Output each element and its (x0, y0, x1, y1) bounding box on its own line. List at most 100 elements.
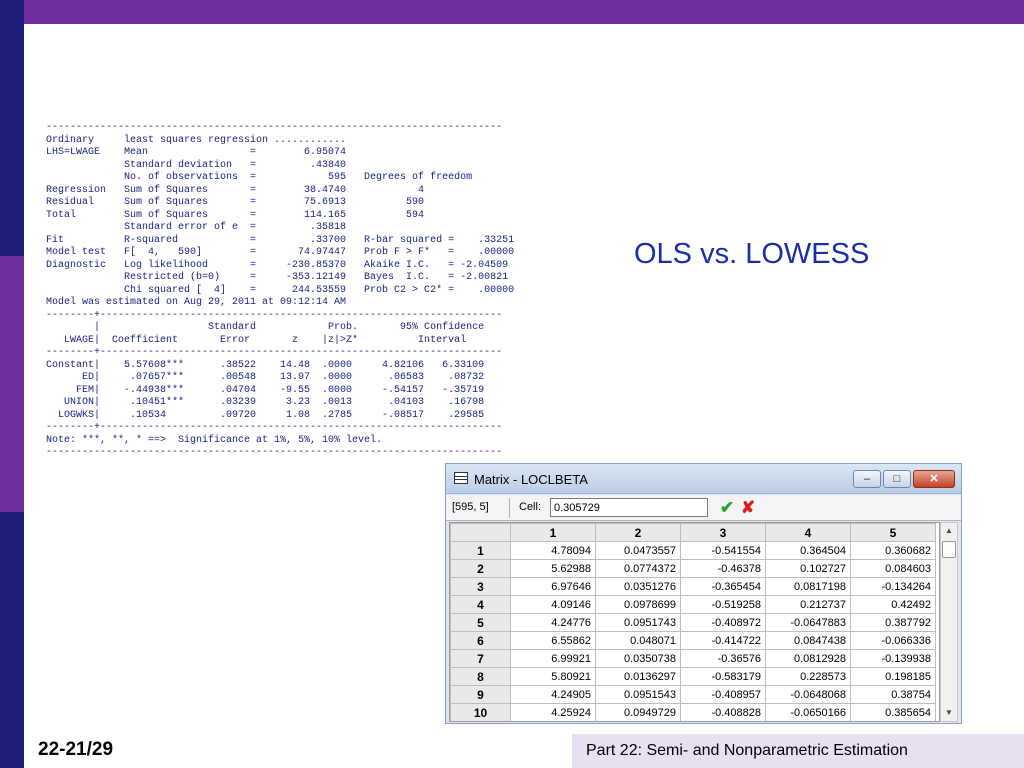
table-cell[interactable]: 4.25924 (510, 703, 596, 721)
table-cell[interactable]: 0.0978699 (595, 595, 681, 614)
left-accent-strip (0, 0, 24, 768)
window-title: Matrix - LOCLBETA (474, 472, 588, 487)
row-header[interactable]: 8 (450, 667, 511, 686)
table-cell[interactable]: 0.0951543 (595, 685, 681, 704)
row-header[interactable]: 1 (450, 541, 511, 560)
table-cell[interactable]: 0.084603 (850, 559, 936, 578)
table-cell[interactable]: 5.62988 (510, 559, 596, 578)
left-strip-segment (0, 0, 24, 256)
table-cell[interactable]: 0.0136297 (595, 667, 681, 686)
column-header[interactable]: 5 (850, 523, 936, 542)
table-cell[interactable]: -0.583179 (680, 667, 766, 686)
scroll-up-icon[interactable]: ▲ (941, 523, 957, 539)
table-cell[interactable]: -0.066336 (850, 631, 936, 650)
table-cell[interactable]: 4.78094 (510, 541, 596, 560)
divider (509, 498, 510, 518)
matrix-window: Matrix - LOCLBETA – □ ✕ [595, 5] Cell: ✔… (445, 463, 962, 724)
table-cell[interactable]: 0.42492 (850, 595, 936, 614)
column-header[interactable]: 4 (765, 523, 851, 542)
minimize-icon: – (863, 473, 871, 485)
table-cell[interactable]: -0.0648068 (765, 685, 851, 704)
close-button[interactable]: ✕ (913, 470, 955, 488)
table-cell[interactable]: 6.55862 (510, 631, 596, 650)
row-header[interactable]: 5 (450, 613, 511, 632)
top-accent-bar (0, 0, 1024, 24)
maximize-button[interactable]: □ (883, 470, 911, 488)
cancel-x-icon[interactable]: ✘ (738, 498, 758, 518)
vertical-scrollbar[interactable]: ▲ ▼ (940, 522, 958, 722)
table-cell[interactable]: -0.365454 (680, 577, 766, 596)
table-cell[interactable]: 0.048071 (595, 631, 681, 650)
close-icon: ✕ (929, 473, 939, 485)
table-cell[interactable]: 0.0351276 (595, 577, 681, 596)
scroll-thumb[interactable] (942, 541, 956, 558)
table-row: 4 4.09146 0.0978699 -0.519258 0.212737 0.4249… (450, 595, 936, 614)
row-header[interactable]: 7 (450, 649, 511, 668)
table-cell[interactable]: 0.102727 (765, 559, 851, 578)
table-cell[interactable]: 0.364504 (765, 541, 851, 560)
table-cell[interactable]: 0.0847438 (765, 631, 851, 650)
table-cell[interactable]: 0.0949729 (595, 703, 681, 721)
minimize-button[interactable]: – (853, 470, 881, 488)
table-cell[interactable]: 0.0350738 (595, 649, 681, 668)
scroll-down-icon[interactable]: ▼ (941, 705, 957, 721)
row-header[interactable]: 3 (450, 577, 511, 596)
footer-bar: Part 22: Semi- and Nonparametric Estimat… (572, 734, 1024, 768)
matrix-grid: 1 2 3 4 5 1 4.78094 0.0473557 -0.541554 0.36… (449, 522, 940, 722)
cell-edit-bar: [595, 5] Cell: ✔ ✘ (446, 495, 961, 521)
table-cell[interactable]: 0.387792 (850, 613, 936, 632)
table-cell[interactable]: 0.0951743 (595, 613, 681, 632)
row-header[interactable]: 9 (450, 685, 511, 704)
table-cell[interactable]: 0.198185 (850, 667, 936, 686)
confirm-checkmark-icon[interactable]: ✔ (717, 498, 737, 518)
table-cell[interactable]: -0.519258 (680, 595, 766, 614)
cell-value-input[interactable] (550, 498, 708, 517)
table-row: 2 5.62988 0.0774372 -0.46378 0.102727 0.08460… (450, 559, 936, 578)
table-cell[interactable]: 4.24776 (510, 613, 596, 632)
table-cell[interactable]: -0.134264 (850, 577, 936, 596)
table-cell[interactable]: 0.360682 (850, 541, 936, 560)
footer-text: Part 22: Semi- and Nonparametric Estimat… (586, 742, 908, 759)
table-cell[interactable]: -0.46378 (680, 559, 766, 578)
table-cell[interactable]: 0.0473557 (595, 541, 681, 560)
table-cell[interactable]: 6.99921 (510, 649, 596, 668)
column-header[interactable]: 1 (510, 523, 596, 542)
slide-title: OLS vs. LOWESS (634, 238, 870, 270)
table-cell[interactable]: -0.408972 (680, 613, 766, 632)
table-cell[interactable]: 5.80921 (510, 667, 596, 686)
table-cell[interactable]: 4.09146 (510, 595, 596, 614)
window-title-bar[interactable]: Matrix - LOCLBETA – □ ✕ (446, 464, 961, 494)
table-cell[interactable]: -0.408828 (680, 703, 766, 721)
table-cell[interactable]: 4.24905 (510, 685, 596, 704)
table-row: 5 4.24776 0.0951743 -0.408972 -0.0647883 0.38… (450, 613, 936, 632)
regression-output: ----------------------------------------… (46, 122, 515, 458)
row-header[interactable]: 6 (450, 631, 511, 650)
corner-cell[interactable] (450, 523, 511, 542)
table-cell[interactable]: 0.228573 (765, 667, 851, 686)
table-cell[interactable]: 0.0812928 (765, 649, 851, 668)
column-header[interactable]: 3 (680, 523, 766, 542)
table-cell[interactable]: 0.0774372 (595, 559, 681, 578)
table-row: 7 6.99921 0.0350738 -0.36576 0.0812928 -0.139… (450, 649, 936, 668)
column-header[interactable]: 2 (595, 523, 681, 542)
table-cell[interactable]: -0.414722 (680, 631, 766, 650)
table-cell[interactable]: -0.36576 (680, 649, 766, 668)
row-header[interactable]: 4 (450, 595, 511, 614)
table-cell[interactable]: 6.97646 (510, 577, 596, 596)
table-cell[interactable]: 0.385654 (850, 703, 936, 721)
table-cell[interactable]: -0.541554 (680, 541, 766, 560)
table-cell[interactable]: 0.212737 (765, 595, 851, 614)
matrix-icon (454, 472, 468, 484)
table-cell[interactable]: -0.0650166 (765, 703, 851, 721)
table-cell[interactable]: -0.139938 (850, 649, 936, 668)
row-header[interactable]: 2 (450, 559, 511, 578)
table-cell[interactable]: -0.408957 (680, 685, 766, 704)
table-cell[interactable]: 0.0817198 (765, 577, 851, 596)
table-row: 1 4.78094 0.0473557 -0.541554 0.364504 0.3606… (450, 541, 936, 560)
left-strip-segment (0, 512, 24, 768)
table-cell[interactable]: -0.0647883 (765, 613, 851, 632)
row-header[interactable]: 10 (450, 703, 511, 721)
table-row: 6 6.55862 0.048071 -0.414722 0.0847438 -0.066… (450, 631, 936, 650)
table-cell[interactable]: 0.38754 (850, 685, 936, 704)
page-number: 22-21/29 (38, 739, 114, 760)
